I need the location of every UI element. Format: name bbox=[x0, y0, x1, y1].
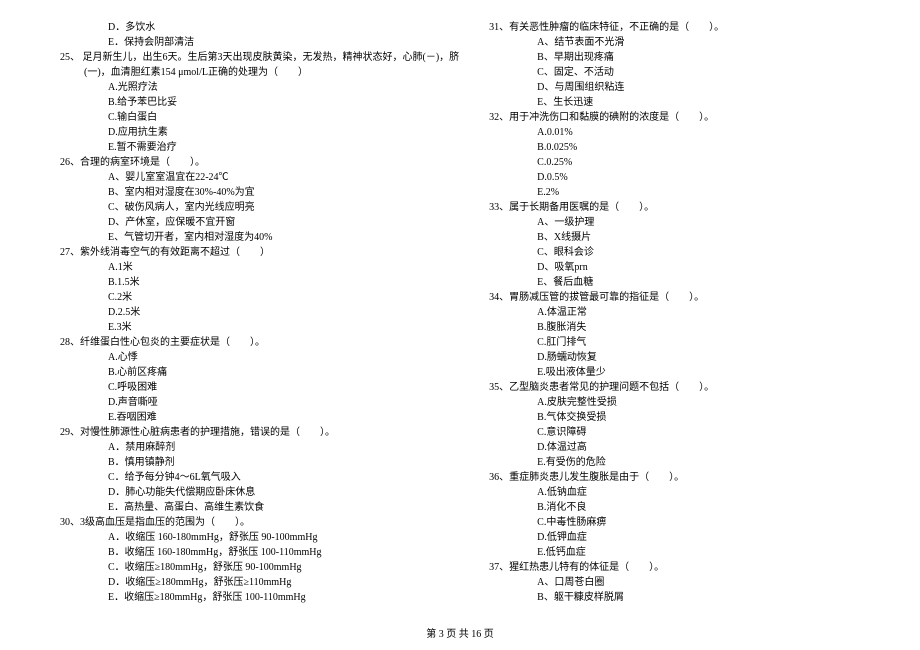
option-line: C.意识障碍 bbox=[489, 425, 860, 440]
option-line: A.心悸 bbox=[60, 350, 459, 365]
option-line: C.2米 bbox=[60, 290, 459, 305]
option-line: A.皮肤完整性受损 bbox=[489, 395, 860, 410]
option-line: B、室内相对湿度在30%-40%为宜 bbox=[60, 185, 459, 200]
option-line: C.0.25% bbox=[489, 155, 860, 170]
option-line: B、躯干糠皮样脱屑 bbox=[489, 590, 860, 605]
option-line: E．保持会阴部清洁 bbox=[60, 35, 459, 50]
option-line: B.消化不良 bbox=[489, 500, 860, 515]
option-line: E.3米 bbox=[60, 320, 459, 335]
option-line: E．收缩压≥180mmHg，舒张压 100-110mmHg bbox=[60, 590, 459, 605]
option-line: A、结节表面不光滑 bbox=[489, 35, 860, 50]
option-line: E、气管切开者，室内相对湿度为40% bbox=[60, 230, 459, 245]
option-line: D.应用抗生素 bbox=[60, 125, 459, 140]
option-line: A.光照疗法 bbox=[60, 80, 459, 95]
option-line: C、破伤风病人，室内光线应明亮 bbox=[60, 200, 459, 215]
option-line: A.低钠血症 bbox=[489, 485, 860, 500]
page-footer: 第 3 页 共 16 页 bbox=[0, 625, 920, 640]
option-line: D．收缩压≥180mmHg，舒张压≥110mmHg bbox=[60, 575, 459, 590]
option-line: E.有受伤的危险 bbox=[489, 455, 860, 470]
option-line: A．收缩压 160-180mmHg，舒张压 90-100mmHg bbox=[60, 530, 459, 545]
option-line: E.2% bbox=[489, 185, 860, 200]
page-columns: D．多饮水E．保持会阴部清洁25、 足月新生儿，出生6天。生后第3天出现皮肤黄染… bbox=[60, 20, 860, 605]
left-column: D．多饮水E．保持会阴部清洁25、 足月新生儿，出生6天。生后第3天出现皮肤黄染… bbox=[60, 20, 459, 605]
question-line: 32、用于冲洗伤口和黏膜的碘附的浓度是（ ）。 bbox=[489, 110, 860, 125]
question-line: 34、胃肠减压管的拔管最可靠的指征是（ ）。 bbox=[489, 290, 860, 305]
option-line: D．多饮水 bbox=[60, 20, 459, 35]
option-line: C.呼吸困难 bbox=[60, 380, 459, 395]
option-line: A.0.01% bbox=[489, 125, 860, 140]
option-line: B.腹胀消失 bbox=[489, 320, 860, 335]
option-line: D、产休室，应保暖不宜开窗 bbox=[60, 215, 459, 230]
option-line: A、口周苍白圈 bbox=[489, 575, 860, 590]
question-line: 27、紫外线消毒空气的有效距离不超过（ ） bbox=[60, 245, 459, 260]
option-line: E、生长迅速 bbox=[489, 95, 860, 110]
option-line: B、早期出现疼痛 bbox=[489, 50, 860, 65]
option-line: D、与周围组织粘连 bbox=[489, 80, 860, 95]
option-line: D.体温过高 bbox=[489, 440, 860, 455]
option-line: A、一级护理 bbox=[489, 215, 860, 230]
option-line: D．肺心功能失代偿期应卧床休息 bbox=[60, 485, 459, 500]
continuation-line: (一)，血清胆红素154 μmol/L正确的处理为（ ） bbox=[60, 65, 459, 80]
question-line: 36、重症肺炎患儿发生腹胀是由于（ ）。 bbox=[489, 470, 860, 485]
option-line: B.1.5米 bbox=[60, 275, 459, 290]
option-line: A、婴儿室室温宜在22-24℃ bbox=[60, 170, 459, 185]
option-line: C.肛门排气 bbox=[489, 335, 860, 350]
option-line: B．慎用镇静剂 bbox=[60, 455, 459, 470]
option-line: E．高热量、高蛋白、高维生素饮食 bbox=[60, 500, 459, 515]
option-line: C．给予每分钟4～6L氧气吸入 bbox=[60, 470, 459, 485]
option-line: B.0.025% bbox=[489, 140, 860, 155]
question-line: 30、3级高血压是指血压的范围为（ ）。 bbox=[60, 515, 459, 530]
option-line: C.中毒性肠麻痹 bbox=[489, 515, 860, 530]
question-line: 35、乙型脑炎患者常见的护理问题不包括（ ）。 bbox=[489, 380, 860, 395]
option-line: B.给予苯巴比妥 bbox=[60, 95, 459, 110]
option-line: D.声音嘶哑 bbox=[60, 395, 459, 410]
option-line: D.肠蠕动恢复 bbox=[489, 350, 860, 365]
option-line: A.1米 bbox=[60, 260, 459, 275]
option-line: A．禁用麻醉剂 bbox=[60, 440, 459, 455]
option-line: C、眼科会诊 bbox=[489, 245, 860, 260]
option-line: C．收缩压≥180mmHg，舒张压 90-100mmHg bbox=[60, 560, 459, 575]
option-line: D.低钾血症 bbox=[489, 530, 860, 545]
right-column: 31、有关恶性肿瘤的临床特征，不正确的是（ ）。A、结节表面不光滑B、早期出现疼… bbox=[489, 20, 860, 605]
option-line: E、餐后血糖 bbox=[489, 275, 860, 290]
option-line: B．收缩压 160-180mmHg，舒张压 100-110mmHg bbox=[60, 545, 459, 560]
option-line: C.输白蛋白 bbox=[60, 110, 459, 125]
option-line: B.气体交换受损 bbox=[489, 410, 860, 425]
question-line: 29、对慢性肺源性心脏病患者的护理措施，错误的是（ ）。 bbox=[60, 425, 459, 440]
option-line: D.0.5% bbox=[489, 170, 860, 185]
option-line: A.体温正常 bbox=[489, 305, 860, 320]
question-line: 37、猩红热患儿特有的体征是（ ）。 bbox=[489, 560, 860, 575]
question-line: 31、有关恶性肿瘤的临床特征，不正确的是（ ）。 bbox=[489, 20, 860, 35]
option-line: E.吸出液体量少 bbox=[489, 365, 860, 380]
question-line: 26、合理的病室环境是（ ）。 bbox=[60, 155, 459, 170]
option-line: E.暂不需要治疗 bbox=[60, 140, 459, 155]
question-line: 33、属于长期备用医嘱的是（ ）。 bbox=[489, 200, 860, 215]
option-line: C、固定、不活动 bbox=[489, 65, 860, 80]
option-line: D.2.5米 bbox=[60, 305, 459, 320]
option-line: E.低钙血症 bbox=[489, 545, 860, 560]
option-line: B、X线摄片 bbox=[489, 230, 860, 245]
option-line: D、吸氧prn bbox=[489, 260, 860, 275]
option-line: B.心前区疼痛 bbox=[60, 365, 459, 380]
question-line: 25、 足月新生儿，出生6天。生后第3天出现皮肤黄染，无发热，精神状态好，心肺(… bbox=[60, 50, 459, 65]
question-line: 28、纤维蛋白性心包炎的主要症状是（ ）。 bbox=[60, 335, 459, 350]
option-line: E.吞咽困难 bbox=[60, 410, 459, 425]
